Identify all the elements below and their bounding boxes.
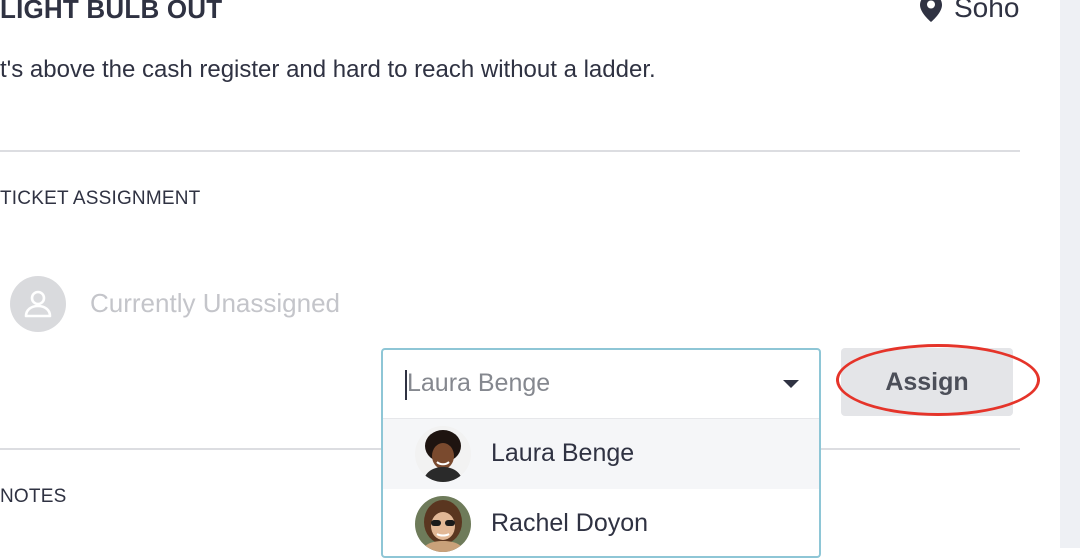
unassigned-avatar bbox=[10, 276, 66, 332]
assignee-select[interactable]: Laura Benge Laura Benge Rachel Doyon bbox=[381, 348, 821, 558]
avatar bbox=[415, 496, 471, 552]
ticket-location: Soho bbox=[920, 0, 1019, 24]
option-label: Laura Benge bbox=[491, 439, 635, 467]
location-label: Soho bbox=[954, 0, 1020, 23]
map-pin-icon bbox=[920, 0, 942, 22]
assign-button[interactable]: Assign bbox=[841, 348, 1013, 416]
assignee-status: Currently Unassigned bbox=[90, 288, 341, 318]
assignee-option-laura-benge[interactable]: Laura Benge bbox=[383, 419, 819, 489]
right-gutter bbox=[1060, 0, 1080, 548]
avatar bbox=[415, 426, 471, 482]
divider bbox=[821, 448, 1020, 450]
ticket-title: LIGHT BULB OUT bbox=[0, 0, 223, 24]
assignee-select-input[interactable]: Laura Benge bbox=[383, 350, 819, 419]
ticket-description: t's above the cash register and hard to … bbox=[0, 56, 656, 83]
assignee-select-value: Laura Benge bbox=[407, 369, 551, 397]
option-label: Rachel Doyon bbox=[491, 509, 649, 537]
ticket-assignment-heading: TICKET ASSIGNMENT bbox=[0, 188, 201, 209]
notes-heading: NOTES bbox=[0, 486, 67, 507]
divider bbox=[0, 448, 381, 450]
chevron-down-icon[interactable] bbox=[783, 380, 799, 388]
divider bbox=[0, 150, 1020, 152]
user-placeholder-icon bbox=[23, 289, 53, 319]
